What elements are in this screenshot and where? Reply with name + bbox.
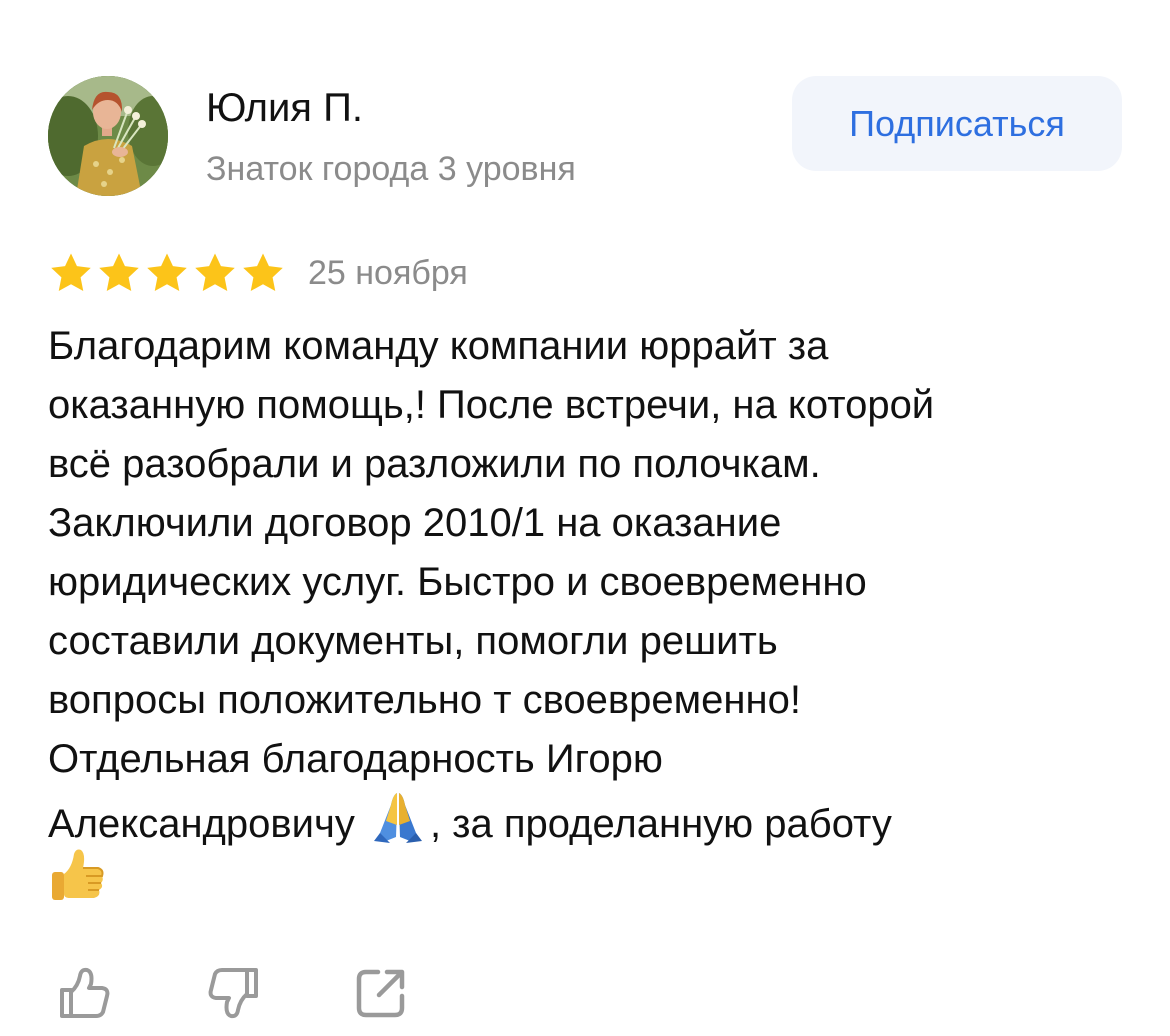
thumbs-up-icon <box>60 967 110 1018</box>
review-line: Заключили договор 2010/1 на оказание <box>48 501 782 545</box>
star-rating <box>48 250 286 296</box>
thumbs-down-icon <box>208 968 258 1019</box>
author-level: Знаток города 3 уровня <box>206 150 576 188</box>
review-line-part: Александровичу <box>48 802 355 846</box>
star-icon <box>99 253 139 292</box>
star-icon <box>243 253 283 292</box>
avatar[interactable] <box>48 76 168 196</box>
share-icon <box>356 969 405 1018</box>
review-line: оказанную помощь,! После встречи, на кот… <box>48 383 935 427</box>
star-icon <box>147 253 187 292</box>
star-icon <box>195 253 235 292</box>
review-line-part: , за проделанную работу <box>429 802 892 846</box>
review-actions <box>56 964 410 1022</box>
star-icon <box>51 253 91 292</box>
review-text: Благодарим команду компании юррайт за ок… <box>48 317 1138 848</box>
author-name[interactable]: Юлия П. <box>206 86 363 131</box>
thumbs-up-emoji <box>46 846 108 908</box>
review-card: Юлия П. Знаток города 3 уровня Подписать… <box>0 0 1170 1036</box>
review-line: всё разобрали и разложили по полочкам. <box>48 442 821 486</box>
review-line: составили документы, помогли решить <box>48 619 778 663</box>
like-button[interactable] <box>56 964 114 1022</box>
review-line: Отдельная благодарность Игорю <box>48 737 663 781</box>
review-line: Благодарим команду компании юррайт за <box>48 324 829 368</box>
subscribe-button[interactable]: Подписаться <box>792 76 1122 171</box>
review-date: 25 ноября <box>308 253 468 292</box>
avatar-photo <box>48 76 168 196</box>
review-line: юридических услуг. Быстро и своевременно <box>48 560 867 604</box>
dislike-button[interactable] <box>204 964 262 1022</box>
rating-row: 25 ноября <box>48 250 468 296</box>
folded-hands-emoji <box>366 789 430 845</box>
review-line: вопросы положительно т своевременно! <box>48 678 801 722</box>
review-line-with-emoji: Александровичу , за проделанную работу <box>48 789 1138 848</box>
share-button[interactable] <box>352 964 410 1022</box>
